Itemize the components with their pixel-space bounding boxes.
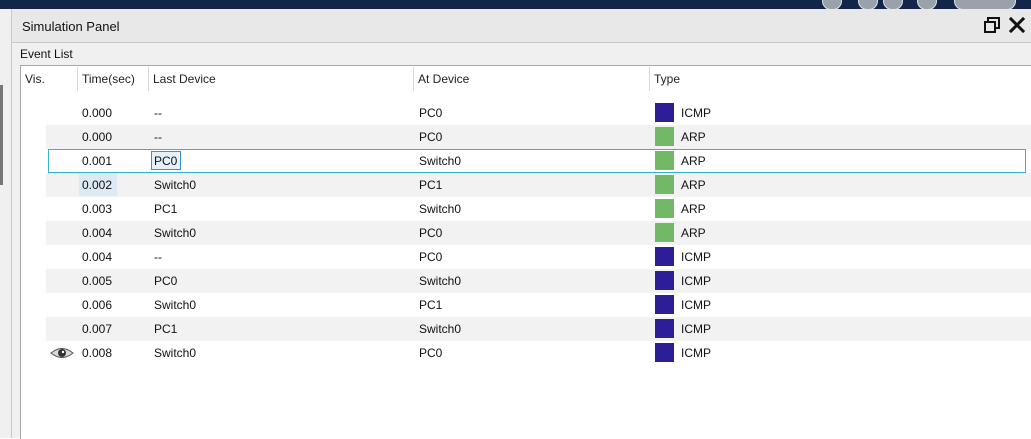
event-row[interactable]: 0.005 PC0 Switch0 ICMP <box>21 269 1031 293</box>
row-background <box>46 125 1031 149</box>
event-row[interactable]: 0.000 -- PC0 ICMP <box>21 101 1031 125</box>
at-device-cell: PC1 <box>419 178 443 192</box>
resize-grip[interactable] <box>0 85 3 185</box>
type-cell: ICMP <box>681 298 711 312</box>
last-device-cell: -- <box>154 250 162 264</box>
type-cell: ARP <box>681 226 706 240</box>
last-device-cell: Switch0 <box>154 346 197 360</box>
last-device-cell: Switch0 <box>154 298 197 312</box>
table-header: Vis. Time(sec) Last Device At Device Typ… <box>21 67 1031 91</box>
time-cell: 0.002 <box>82 178 113 192</box>
type-cell: ICMP <box>681 346 711 360</box>
at-device-cell: PC0 <box>419 346 443 360</box>
at-device-cell: PC0 <box>419 226 443 240</box>
type-color-swatch[interactable] <box>655 175 674 194</box>
type-color-swatch[interactable] <box>655 247 674 266</box>
last-device-cell: -- <box>154 130 162 144</box>
time-cell: 0.000 <box>82 106 113 120</box>
at-device-cell: Switch0 <box>419 322 462 336</box>
event-row[interactable]: 0.004 Switch0 PC0 ARP <box>21 221 1031 245</box>
event-row[interactable]: 0.003 PC1 Switch0 ARP <box>21 197 1031 221</box>
time-cell: 0.007 <box>82 322 113 336</box>
last-device-cell: PC1 <box>154 202 178 216</box>
time-cell: 0.004 <box>82 226 113 240</box>
top-bar <box>0 0 1031 10</box>
type-color-swatch[interactable] <box>655 151 674 170</box>
type-color-swatch[interactable] <box>655 271 674 290</box>
panel-title-bar: Simulation Panel <box>12 9 1031 43</box>
row-selection-outline <box>48 149 1026 173</box>
time-cell: 0.004 <box>82 250 113 264</box>
row-background <box>46 197 1031 221</box>
event-row[interactable]: 0.004 -- PC0 ICMP <box>21 245 1031 269</box>
type-cell: ARP <box>681 130 706 144</box>
type-color-swatch[interactable] <box>655 319 674 338</box>
type-color-swatch[interactable] <box>655 127 674 146</box>
event-row[interactable]: 0.006 Switch0 PC1 ICMP <box>21 293 1031 317</box>
time-cell: 0.005 <box>82 274 113 288</box>
type-color-swatch[interactable] <box>655 199 674 218</box>
column-header-vis[interactable]: Vis. <box>21 67 78 91</box>
time-cell: 0.000 <box>82 130 113 144</box>
last-device-cell: PC0 <box>154 154 178 168</box>
column-header-time[interactable]: Time(sec) <box>78 67 149 91</box>
event-row[interactable]: 0.008 Switch0 PC0 ICMP <box>21 341 1031 365</box>
row-background <box>46 101 1031 125</box>
row-background <box>46 317 1031 341</box>
at-device-cell: Switch0 <box>419 274 462 288</box>
time-cell: 0.006 <box>82 298 113 312</box>
type-cell: ARP <box>681 154 706 168</box>
type-cell: ARP <box>681 202 706 216</box>
time-cell: 0.001 <box>82 154 113 168</box>
time-cell: 0.003 <box>82 202 113 216</box>
left-dock-strip <box>0 9 12 438</box>
event-row[interactable]: 0.001 PC0 Switch0 ARP <box>21 149 1031 173</box>
type-cell: ICMP <box>681 250 711 264</box>
last-device-cell: PC0 <box>154 274 178 288</box>
last-device-cell: Switch0 <box>154 226 197 240</box>
type-color-swatch[interactable] <box>655 295 674 314</box>
at-device-cell: Switch0 <box>419 154 462 168</box>
eye-icon[interactable] <box>50 346 74 360</box>
time-cell: 0.008 <box>82 346 113 360</box>
at-device-cell: PC0 <box>419 106 443 120</box>
column-header-at-device[interactable]: At Device <box>414 67 650 91</box>
event-row[interactable]: 0.007 PC1 Switch0 ICMP <box>21 317 1031 341</box>
row-background <box>46 269 1031 293</box>
last-device-cell: Switch0 <box>154 178 197 192</box>
restore-window-icon[interactable] <box>983 16 1001 34</box>
at-device-cell: Switch0 <box>419 202 462 216</box>
simulation-panel: Simulation Panel Event List Vis. Time(se… <box>12 9 1031 439</box>
last-device-cell: -- <box>154 106 162 120</box>
type-cell: ICMP <box>681 106 711 120</box>
last-device-cell: PC1 <box>154 322 178 336</box>
type-cell: ICMP <box>681 322 711 336</box>
event-row[interactable]: 0.000 -- PC0 ARP <box>21 125 1031 149</box>
type-cell: ARP <box>681 178 706 192</box>
column-header-last-device[interactable]: Last Device <box>149 67 414 91</box>
column-header-type[interactable]: Type <box>650 67 1031 91</box>
event-list-label: Event List <box>20 47 73 61</box>
at-device-cell: PC0 <box>419 250 443 264</box>
at-device-cell: PC0 <box>419 130 443 144</box>
row-background <box>46 245 1031 269</box>
event-list-table: Vis. Time(sec) Last Device At Device Typ… <box>20 65 1031 439</box>
panel-title: Simulation Panel <box>22 19 120 34</box>
type-cell: ICMP <box>681 274 711 288</box>
close-icon[interactable] <box>1008 16 1026 34</box>
at-device-cell: PC1 <box>419 298 443 312</box>
type-color-swatch[interactable] <box>655 103 674 122</box>
type-color-swatch[interactable] <box>655 223 674 242</box>
event-row[interactable]: 0.002 Switch0 PC1 ARP <box>21 173 1031 197</box>
type-color-swatch[interactable] <box>655 343 674 362</box>
